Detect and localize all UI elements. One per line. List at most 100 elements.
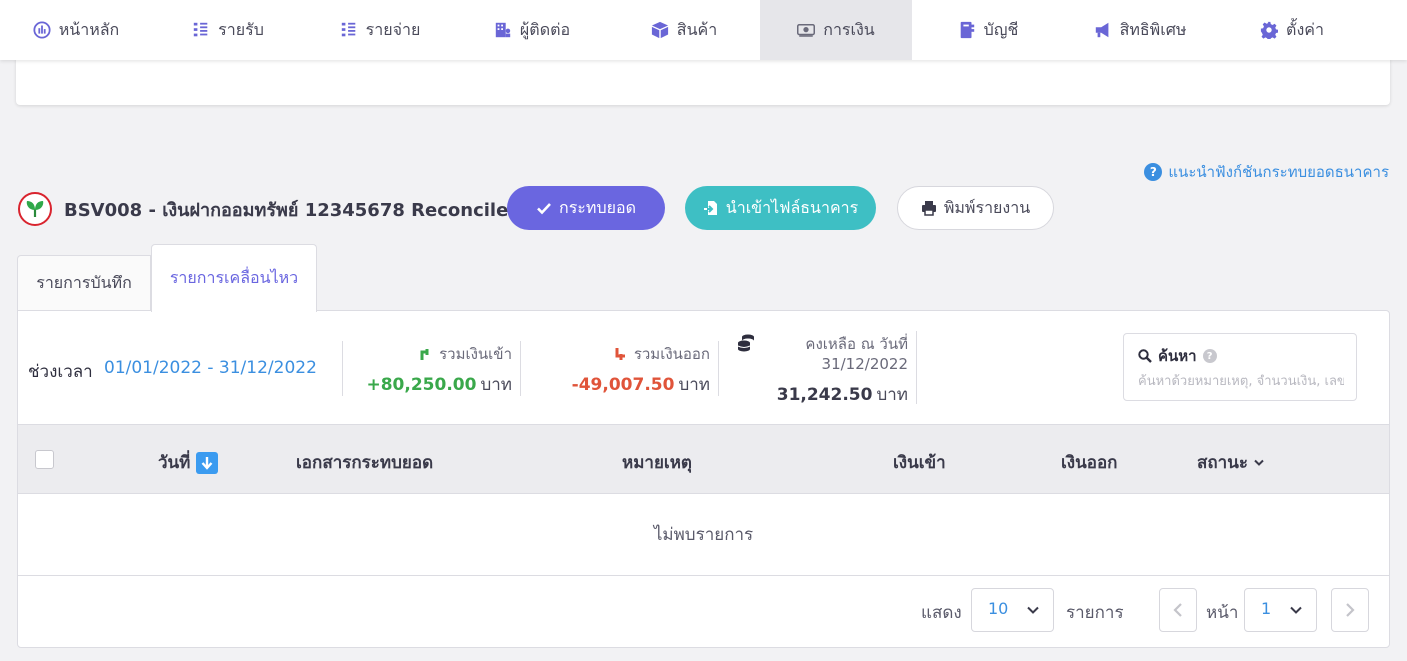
nav-label-settings: ตั้งค่า xyxy=(1286,19,1324,39)
printer-icon xyxy=(921,201,936,216)
nav-label-products: สินค้า xyxy=(676,19,718,39)
nav-label-accounting: บัญชี xyxy=(983,19,1019,39)
reconcile-button-label: กระทบยอด xyxy=(559,197,636,217)
balance-label-group: คงเหลือ ณ วันที่ xyxy=(805,332,908,356)
balance-unit: บาท xyxy=(876,385,908,405)
nav-item-accounting[interactable]: บัญชี xyxy=(912,0,1064,60)
print-button-label: พิมพ์รายงาน xyxy=(943,197,1031,217)
question-circle-icon: ? xyxy=(1144,163,1163,181)
total-out-label: รวมเงินออก xyxy=(633,345,710,363)
chevron-down-icon xyxy=(1027,606,1039,614)
product-box-icon xyxy=(651,21,668,39)
tab-movements-label: รายการเคลื่อนไหว xyxy=(169,268,299,287)
nav-label-contacts: ผู้ติดต่อ xyxy=(519,19,571,39)
next-page-button[interactable] xyxy=(1331,588,1369,632)
search-input[interactable] xyxy=(1138,370,1344,392)
chevron-right-icon xyxy=(1346,603,1355,617)
table-header: วันที่ เอกสารกระทบยอด หมายเหตุ เงินเข้า … xyxy=(18,424,1389,494)
file-import-icon xyxy=(703,201,717,215)
nav-item-privileges[interactable]: สิทธิพิเศษ xyxy=(1064,0,1216,60)
select-all-checkbox[interactable] xyxy=(35,450,54,469)
balance-date: 31/12/2022 xyxy=(821,355,908,373)
nav-item-income[interactable]: รายรับ xyxy=(152,0,304,60)
search-box: ค้นหา ? xyxy=(1123,333,1357,401)
contacts-building-icon xyxy=(495,22,511,38)
check-icon xyxy=(537,203,551,215)
nav-item-home[interactable]: หน้าหลัก xyxy=(0,0,152,60)
prev-page-button[interactable] xyxy=(1159,588,1197,632)
coins-stack-icon xyxy=(737,334,754,352)
nav-item-expense[interactable]: รายจ่าย xyxy=(304,0,456,60)
column-date[interactable]: วันที่ xyxy=(158,449,219,476)
tab-records[interactable]: รายการบันทึก xyxy=(17,255,151,311)
reconcile-button[interactable]: กระทบยอด xyxy=(507,186,665,230)
print-report-button[interactable]: พิมพ์รายงาน xyxy=(897,186,1054,230)
accounting-book-icon xyxy=(960,21,974,39)
column-status[interactable]: สถานะ xyxy=(1197,449,1264,476)
column-money-out-label: เงินออก xyxy=(1061,453,1118,473)
nav-label-expense: รายจ่าย xyxy=(365,19,421,39)
search-icon xyxy=(1138,349,1152,363)
chevron-down-icon xyxy=(1254,459,1264,466)
divider xyxy=(342,341,343,396)
divider xyxy=(520,341,521,396)
total-in-value: +80,250.00 xyxy=(366,375,477,395)
nav-label-finance: การเงิน xyxy=(823,19,875,39)
expense-list-icon xyxy=(341,22,355,37)
balance-value: 31,242.50 xyxy=(776,385,873,405)
period-value[interactable]: 01/01/2022 - 31/12/2022 xyxy=(104,358,317,378)
search-label: ค้นหา xyxy=(1158,347,1197,365)
dashboard-gauge-icon xyxy=(33,21,51,39)
question-circle-icon[interactable]: ? xyxy=(1202,349,1217,363)
total-in-label-group: รวมเงินเข้า xyxy=(419,342,512,366)
pagination-items-label: รายการ xyxy=(1066,603,1124,623)
tab-records-label: รายการบันทึก xyxy=(36,273,132,292)
sort-desc-button[interactable] xyxy=(196,451,219,474)
page-select[interactable]: 1 xyxy=(1244,588,1317,632)
summary-bar: ช่วงเวลา 01/01/2022 - 31/12/2022 รวมเงิน… xyxy=(18,311,1389,424)
column-note-label: หมายเหตุ xyxy=(622,453,692,473)
empty-state-row: ไม่พบรายการ xyxy=(18,494,1389,576)
empty-state-text: ไม่พบรายการ xyxy=(653,525,754,545)
total-out: -49,007.50 บาท xyxy=(572,371,710,398)
arrow-down-left-icon xyxy=(615,348,625,360)
divider xyxy=(916,331,917,404)
page-size-select[interactable]: 10 xyxy=(971,588,1054,632)
column-money-in-label: เงินเข้า xyxy=(893,453,946,473)
pagination-show-label: แสดง xyxy=(921,603,962,623)
finance-money-icon xyxy=(797,24,816,37)
tab-movements[interactable]: รายการเคลื่อนไหว xyxy=(151,244,317,312)
nav-item-contacts[interactable]: ผู้ติดต่อ xyxy=(456,0,608,60)
column-document: เอกสารกระทบยอด xyxy=(296,449,433,476)
column-date-label: วันที่ xyxy=(158,453,191,473)
help-link-text: แนะนำฟังก์ชันกระทบยอดธนาคาร xyxy=(1168,163,1389,181)
column-note: หมายเหตุ xyxy=(622,449,692,476)
total-in-label: รวมเงินเข้า xyxy=(439,345,512,363)
page-value: 1 xyxy=(1261,598,1272,618)
nav-item-settings[interactable]: ตั้งค่า xyxy=(1216,0,1368,60)
nav-label-home: หน้าหลัก xyxy=(58,19,120,39)
balance: 31,242.50 บาท xyxy=(777,381,908,408)
column-status-label: สถานะ xyxy=(1197,453,1248,473)
page-size-value: 10 xyxy=(988,598,1009,618)
balance-label: คงเหลือ ณ วันที่ xyxy=(805,335,908,353)
nav-item-finance[interactable]: การเงิน xyxy=(760,0,912,60)
total-out-value: -49,007.50 xyxy=(571,375,675,395)
total-in-unit: บาท xyxy=(480,375,512,395)
arrow-down-icon xyxy=(201,456,213,470)
chevron-left-icon xyxy=(1173,603,1182,617)
income-list-icon xyxy=(193,22,208,37)
period-label: ช่วงเวลา xyxy=(28,362,93,382)
import-bank-file-button[interactable]: นำเข้าไฟล์ธนาคาร xyxy=(685,186,876,230)
column-money-out: เงินออก xyxy=(1061,449,1117,476)
help-link[interactable]: ? แนะนำฟังก์ชันกระทบยอดธนาคาร xyxy=(1144,160,1389,184)
search-label-group: ค้นหา ? xyxy=(1138,344,1217,368)
total-in: +80,250.00 บาท xyxy=(366,371,512,398)
megaphone-icon xyxy=(1095,22,1108,38)
gear-icon xyxy=(1260,21,1279,39)
nav-item-products[interactable]: สินค้า xyxy=(608,0,760,60)
chevron-down-icon xyxy=(1290,606,1302,614)
column-money-in: เงินเข้า xyxy=(893,449,946,476)
movements-panel: ช่วงเวลา 01/01/2022 - 31/12/2022 รวมเงิน… xyxy=(17,310,1390,648)
nav-label-privileges: สิทธิพิเศษ xyxy=(1119,19,1187,39)
